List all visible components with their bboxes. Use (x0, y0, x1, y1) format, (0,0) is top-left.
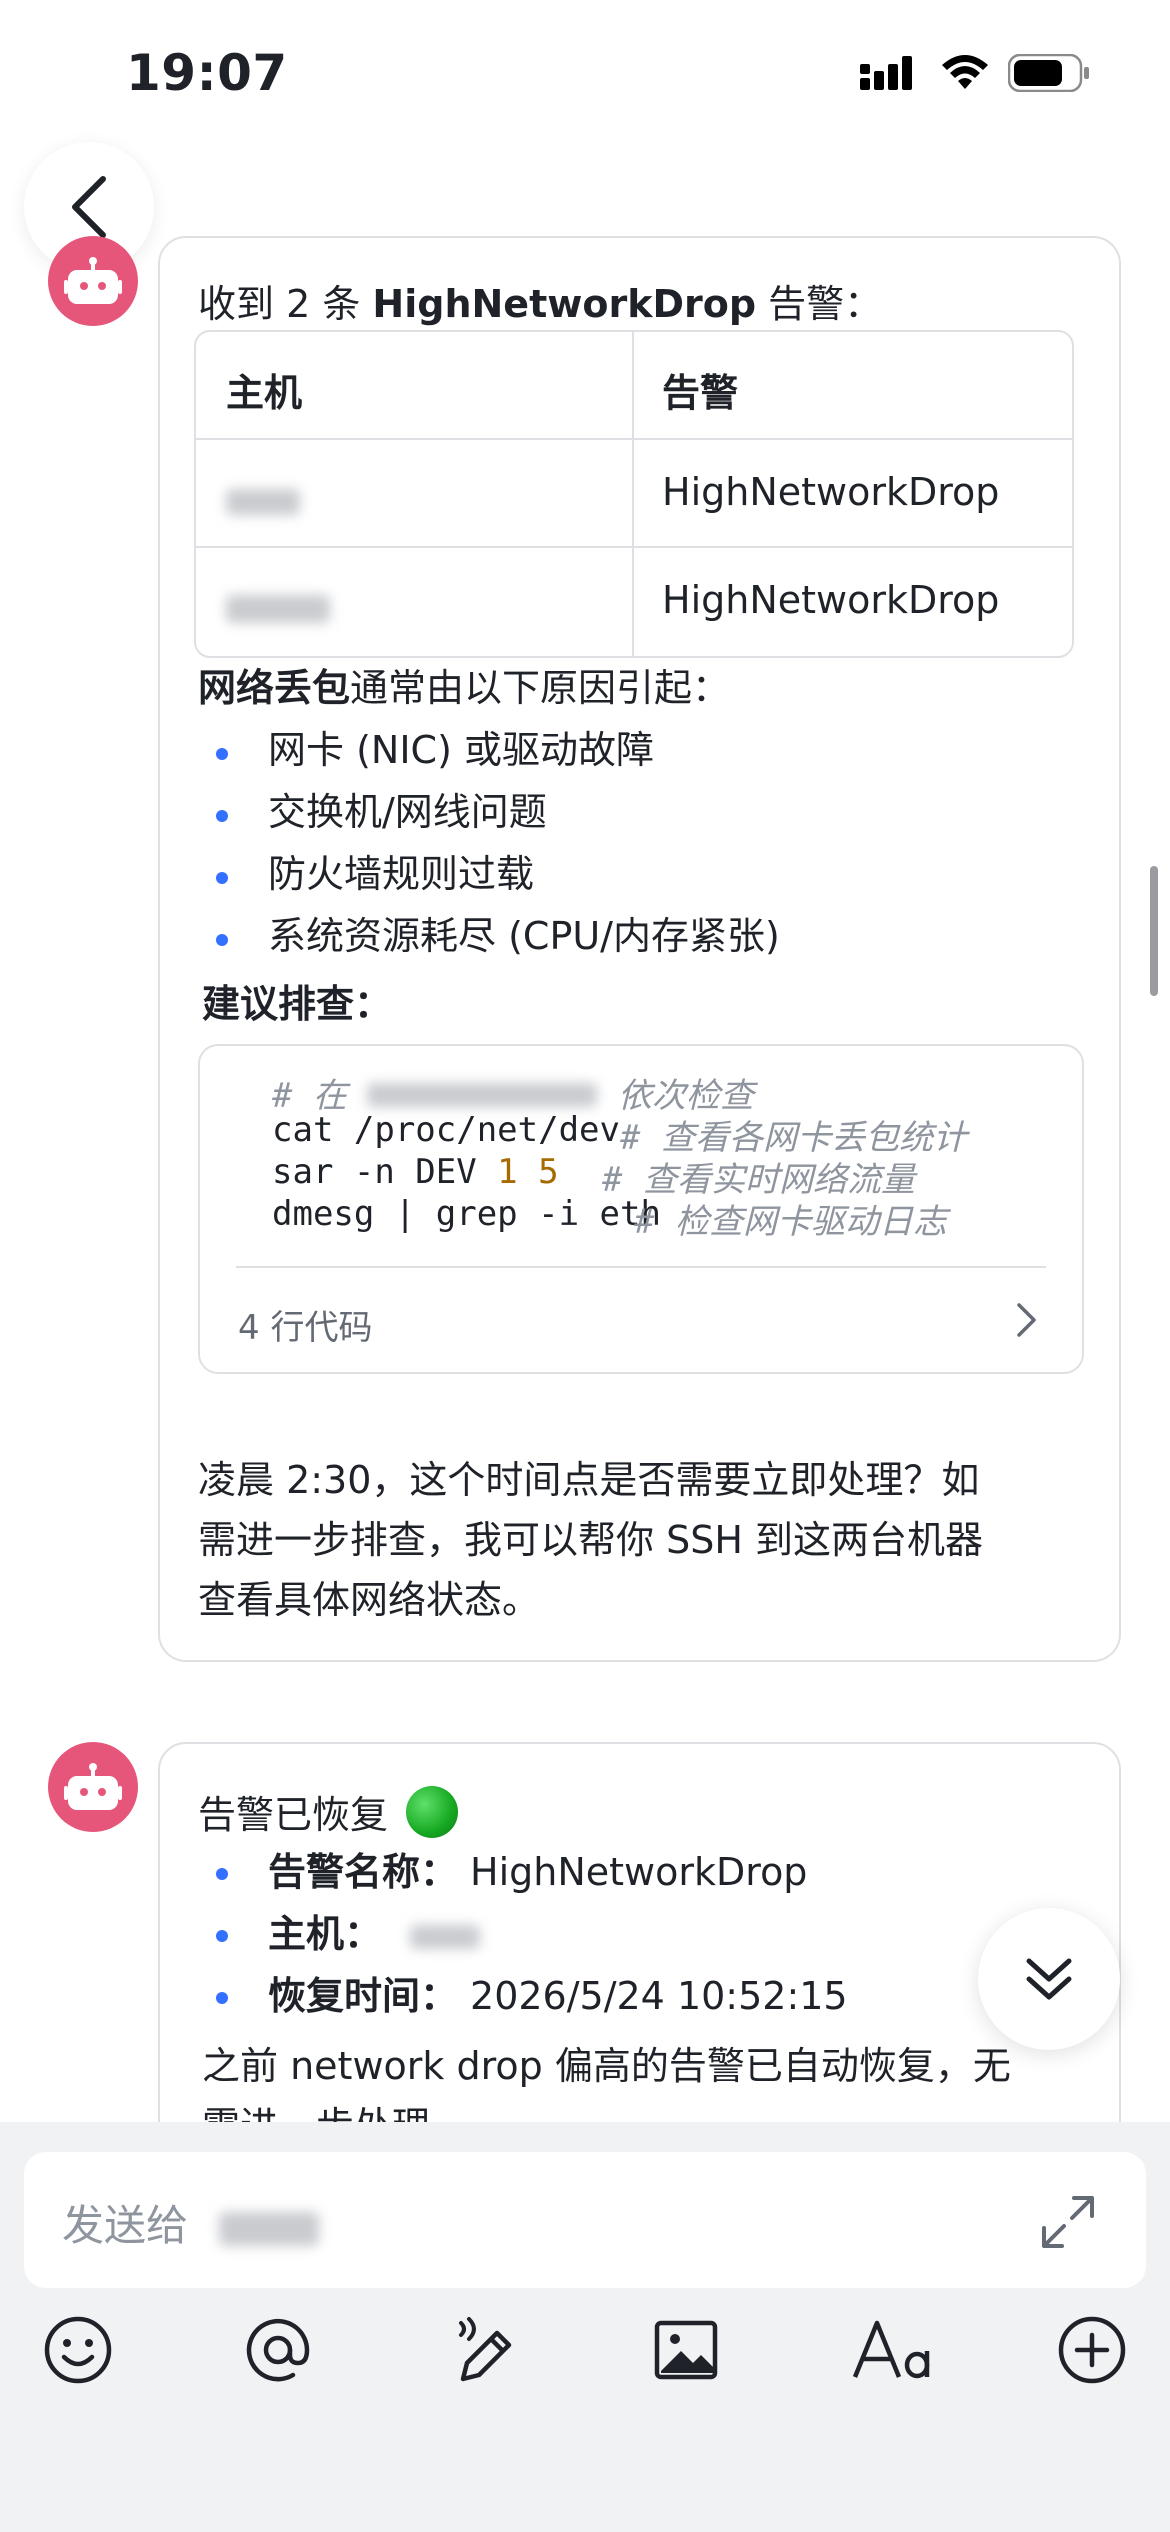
code-cmd: cat /proc/net/dev (272, 1110, 620, 1150)
input-placeholder: 发送给 (62, 2192, 320, 2253)
redacted-recipient (219, 2211, 320, 2246)
text-format-icon (852, 2320, 930, 2379)
code-line: cat /proc/net/dev # 查看各网卡丢包统计 (272, 1110, 967, 1158)
text-format-button[interactable] (846, 2308, 942, 2392)
message-card-recovered: 告警已恢复 告警名称： HighNetworkDrop 主机： 恢复时间： 2026… (158, 1742, 1121, 2162)
closing-line: 凌晨 2:30，这个时间点是否需要立即处理？如 (198, 1458, 980, 1502)
scrollbar[interactable] (1150, 866, 1158, 996)
bullet-dot (216, 1868, 228, 1880)
table-cell-alert: HighNetworkDrop (662, 578, 1000, 622)
table-row-divider (196, 546, 1072, 548)
redacted-hosts (367, 1083, 598, 1107)
expand-icon[interactable] (1040, 2194, 1096, 2250)
table-header-alert: 告警 (662, 371, 739, 415)
status-icons (860, 54, 1090, 92)
code-number: 1 5 (497, 1152, 559, 1192)
bot-avatar[interactable] (48, 236, 138, 326)
status-green-icon (406, 1786, 459, 1838)
double-chevron-down-icon (1026, 1958, 1072, 2000)
table-row-divider (196, 438, 1072, 440)
field-label: 主机： (268, 1912, 383, 1956)
cause-item: 网卡 (NIC) 或驱动故障 (268, 728, 654, 772)
field-label: 恢复时间： (268, 1974, 459, 2018)
table-cell-alert: HighNetworkDrop (662, 470, 1000, 514)
closing-line: 查看具体网络状态。 (198, 1578, 541, 1622)
composer-toolbar (0, 2308, 1170, 2404)
code-divider (236, 1266, 1046, 1268)
bullet-dot (216, 1992, 228, 2004)
bullet-dot (216, 934, 228, 946)
alert-intro-suffix: 告警： (756, 282, 883, 326)
add-button[interactable] (1050, 2308, 1134, 2392)
cause-item: 交换机/网线问题 (268, 790, 547, 834)
table-header-host: 主机 (226, 371, 303, 415)
recovered-title-text: 告警已恢复 (198, 1793, 389, 1837)
image-button[interactable] (644, 2308, 728, 2392)
redacted-host (226, 489, 300, 515)
cause-heading-bold: 网络丢包 (198, 666, 351, 710)
cause-item: 防火墙规则过载 (268, 852, 535, 896)
back-chevron-icon (72, 176, 106, 238)
alert-intro: 收到 2 条 HighNetworkDrop 告警： (198, 278, 882, 330)
cause-heading-rest: 通常由以下原因引起： (350, 666, 731, 710)
wifi-icon (942, 55, 988, 89)
recovered-note: 之前 network drop 偏高的告警已自动恢复，无 (202, 2044, 1011, 2088)
message-input[interactable]: 发送给 (24, 2152, 1146, 2288)
table-cell-host (226, 480, 300, 524)
bullet-dot (216, 810, 228, 822)
redacted-host (226, 595, 330, 623)
status-time: 19:07 (126, 44, 288, 102)
bullet-dot (216, 1930, 228, 1942)
mention-icon (246, 2318, 310, 2382)
recovered-title: 告警已恢复 (198, 1786, 459, 1841)
bot-avatar-icon (64, 1763, 122, 1810)
chevron-right-icon[interactable] (1016, 1302, 1038, 1338)
suggest-heading: 建议排查： (202, 982, 393, 1026)
battery-icon (1008, 54, 1089, 92)
table-cell-host (226, 588, 330, 632)
handwriting-icon (459, 2317, 512, 2382)
code-line: sar -n DEV 1 5 # 查看实时网络流量 (272, 1152, 915, 1200)
bullet-dot (216, 748, 228, 760)
code-line-count: 4 行代码 (238, 1308, 373, 1348)
status-bar: 19:07 (0, 0, 1170, 150)
table-column-divider (632, 332, 634, 656)
input-placeholder-text: 发送给 (62, 2201, 189, 2250)
alert-intro-prefix: 收到 2 条 (198, 282, 373, 326)
field-value: 2026/5/24 10:52:15 (470, 1974, 848, 2018)
alert-intro-name: HighNetworkDrop (372, 282, 757, 326)
signal-icon (860, 56, 912, 90)
emoji-button[interactable] (36, 2308, 120, 2392)
field-host: 主机： (268, 1908, 481, 1960)
image-icon (654, 2320, 718, 2380)
add-circle-icon (1058, 2316, 1126, 2384)
alert-table: 主机 告警 HighNetworkDrop HighNetworkDrop (194, 330, 1074, 658)
cause-heading: 网络丢包通常由以下原因引起： (198, 662, 730, 714)
bot-avatar-icon (64, 257, 122, 304)
mention-button[interactable] (236, 2308, 320, 2392)
field-recover-time: 恢复时间： 2026/5/24 10:52:15 (268, 1970, 848, 2022)
handwriting-button[interactable] (442, 2308, 526, 2392)
closing-line: 需进一步排查，我可以帮你 SSH 到这两台机器 (198, 1518, 983, 1562)
scroll-to-bottom-button[interactable] (978, 1908, 1120, 2050)
field-value: HighNetworkDrop (470, 1850, 808, 1894)
cause-item: 系统资源耗尽 (CPU/内存紧张) (268, 914, 780, 958)
bot-avatar[interactable] (48, 1742, 138, 1832)
code-line: dmesg | grep -i eth # 检查网卡驱动日志 (272, 1194, 947, 1242)
message-card-alert: 收到 2 条 HighNetworkDrop 告警： 主机 告警 HighNet… (158, 236, 1121, 1662)
field-label: 告警名称： (268, 1850, 459, 1894)
field-alert-name: 告警名称： HighNetworkDrop (268, 1846, 807, 1898)
code-block[interactable]: # 在 依次检查 cat /proc/net/dev # 查看各网卡丢包统计 sa… (198, 1044, 1084, 1374)
bullet-dot (216, 872, 228, 884)
code-cmd: dmesg | grep -i eth (272, 1194, 661, 1234)
emoji-icon (44, 2316, 112, 2384)
code-cmd: sar -n DEV (272, 1152, 498, 1192)
code-comment: # 检查网卡驱动日志 (634, 1202, 947, 1242)
redacted-host (410, 1924, 481, 1949)
